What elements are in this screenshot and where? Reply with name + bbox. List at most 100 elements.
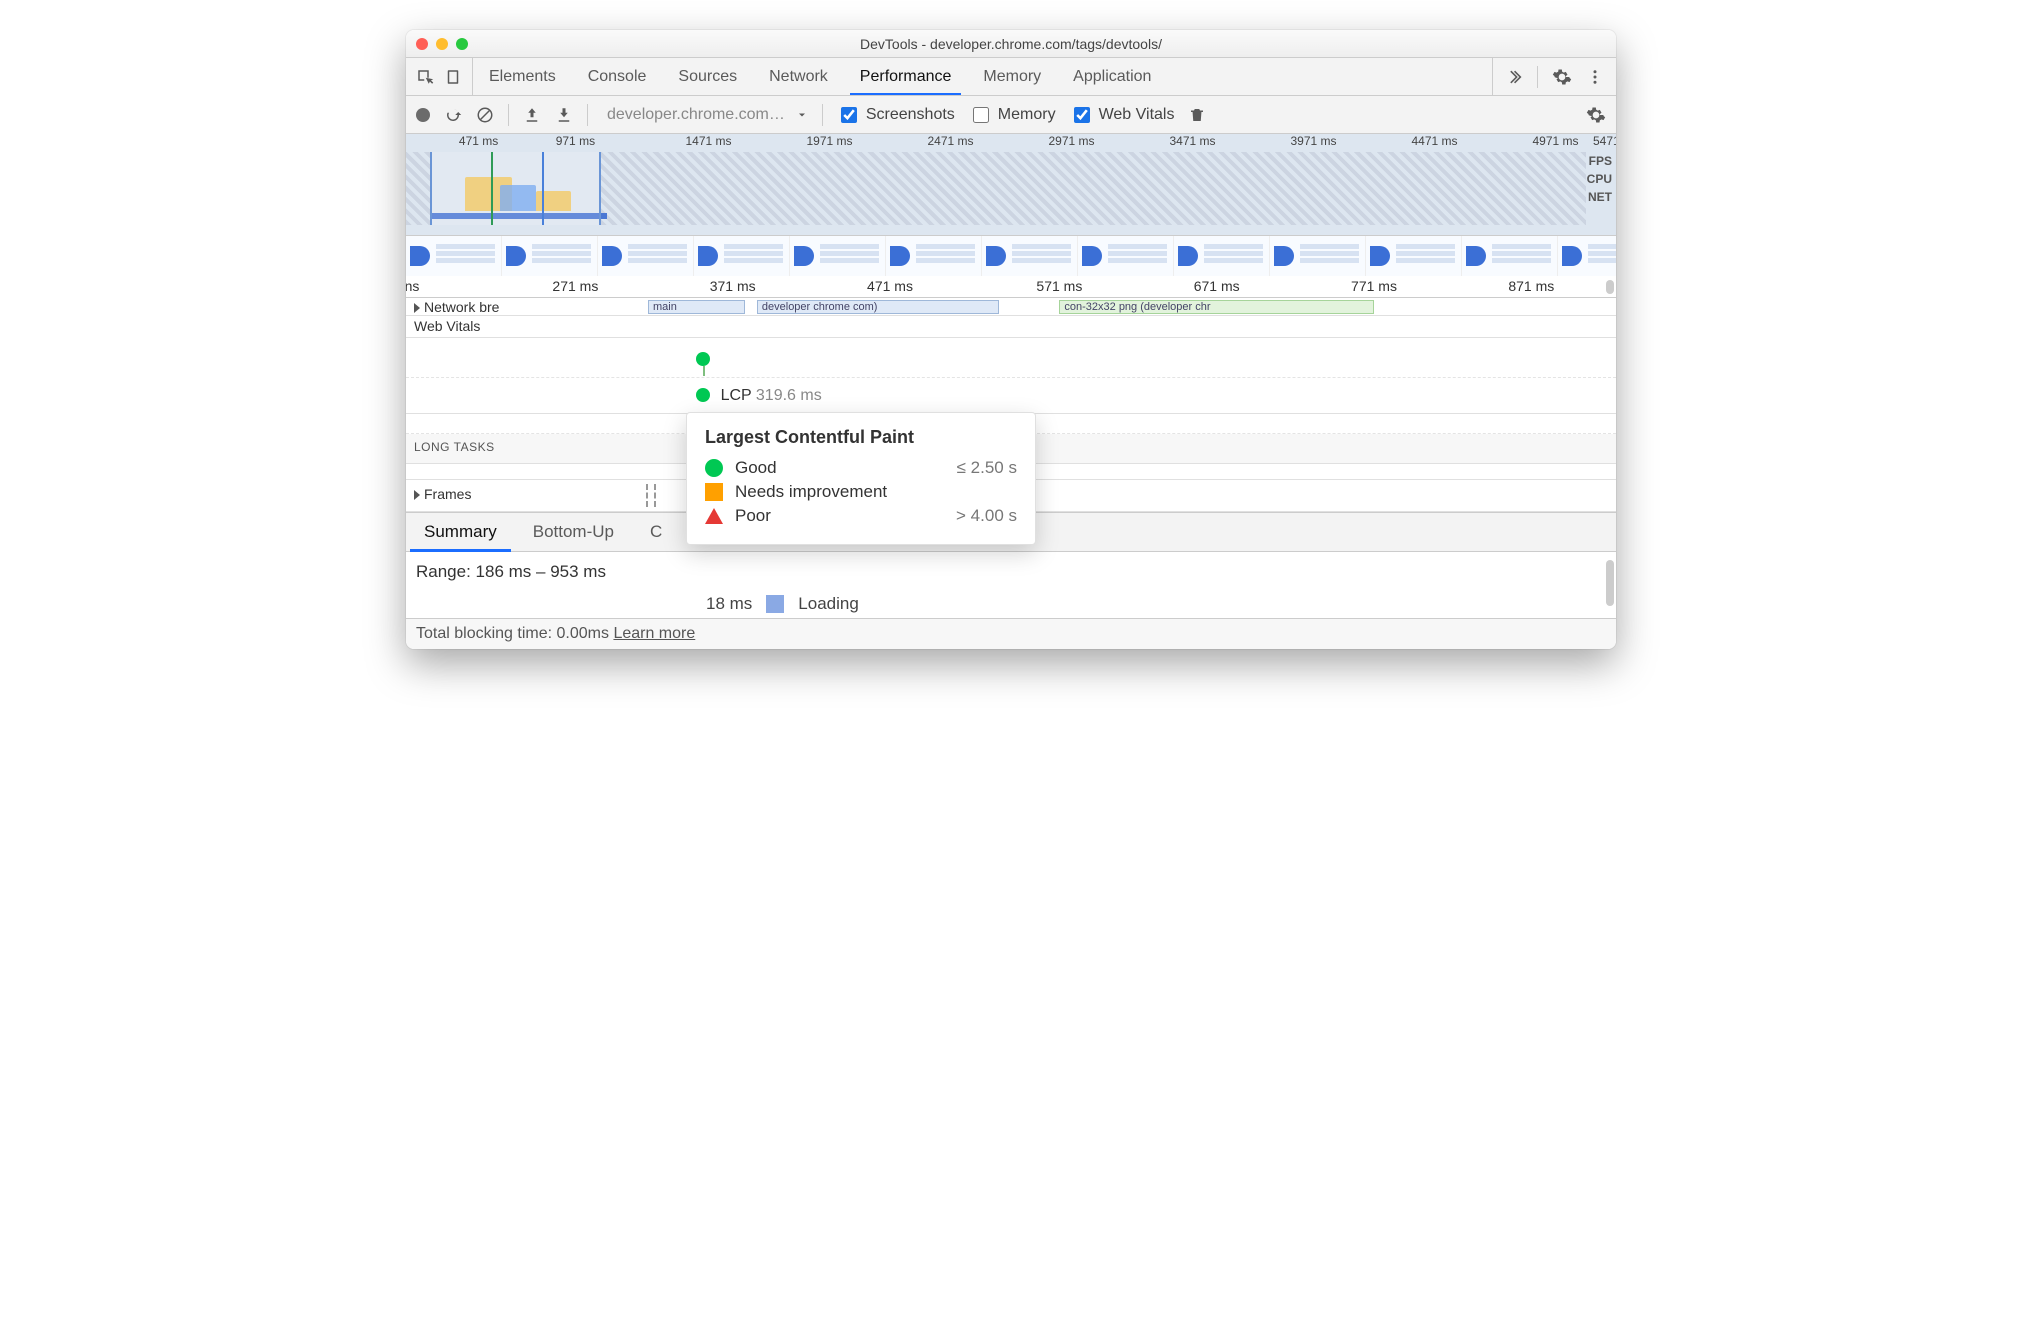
overview-tick: 3471 ms xyxy=(1169,134,1215,148)
tab-performance[interactable]: Performance xyxy=(844,58,968,95)
record-button[interactable] xyxy=(416,108,430,122)
range-label: Range: 186 ms – 953 ms xyxy=(416,562,1606,582)
filmstrip-thumb[interactable] xyxy=(1462,236,1558,276)
device-toolbar-icon[interactable] xyxy=(444,68,462,86)
frames-label: Frames xyxy=(424,486,471,502)
save-profile-icon[interactable] xyxy=(555,106,573,124)
settings-icon[interactable] xyxy=(1552,67,1572,87)
devtools-window: DevTools - developer.chrome.com/tags/dev… xyxy=(406,30,1616,649)
filmstrip[interactable] xyxy=(406,236,1616,276)
lcp-marker[interactable] xyxy=(696,388,710,402)
clear-icon[interactable] xyxy=(476,106,494,124)
fcp-marker[interactable] xyxy=(696,352,710,366)
mac-titlebar: DevTools - developer.chrome.com/tags/dev… xyxy=(406,30,1616,58)
details-tab-bottomup[interactable]: Bottom-Up xyxy=(515,513,632,551)
load-profile-icon[interactable] xyxy=(523,106,541,124)
more-tabs-icon[interactable] xyxy=(1505,68,1523,86)
overview-tick: 4971 ms xyxy=(1532,134,1578,148)
ruler-tick: 371 ms xyxy=(710,278,756,294)
network-track[interactable]: Network bre maindeveloper chrome com)con… xyxy=(406,298,1616,316)
panel-tabs: ElementsConsoleSourcesNetworkPerformance… xyxy=(406,58,1616,96)
web-vitals-label: Web Vitals xyxy=(1099,106,1175,124)
screenshots-label: Screenshots xyxy=(866,106,955,124)
poor-marker-icon xyxy=(705,508,723,524)
window-close-button[interactable] xyxy=(416,38,428,50)
inspect-element-icon[interactable] xyxy=(416,68,434,86)
profile-select[interactable]: developer.chrome.com… xyxy=(602,104,808,126)
details-tab-c[interactable]: C xyxy=(632,513,680,551)
window-minimize-button[interactable] xyxy=(436,38,448,50)
ruler-tick: 871 ms xyxy=(1508,278,1554,294)
tooltip-row-value: > 4.00 s xyxy=(956,506,1017,526)
window-title: DevTools - developer.chrome.com/tags/dev… xyxy=(406,36,1616,52)
web-vitals-lane-lcp[interactable]: LCP 319.6 ms xyxy=(406,378,1616,414)
tab-memory[interactable]: Memory xyxy=(967,58,1057,95)
vertical-scrollbar-thumb[interactable] xyxy=(1606,560,1614,606)
tooltip-row: Needs improvement xyxy=(705,482,1017,502)
overview-tick: 2471 ms xyxy=(927,134,973,148)
tbt-label: Total blocking time: 0.00ms xyxy=(416,625,609,642)
overview-tick: 471 ms xyxy=(459,134,498,148)
filmstrip-thumb[interactable] xyxy=(1270,236,1366,276)
status-bar: Total blocking time: 0.00ms Learn more xyxy=(406,618,1616,649)
tooltip-row: Poor> 4.00 s xyxy=(705,506,1017,526)
details-pane: Range: 186 ms – 953 ms 18 ms Loading xyxy=(406,552,1616,618)
window-zoom-button[interactable] xyxy=(456,38,468,50)
expand-icon[interactable] xyxy=(414,490,420,500)
details-tab-summary[interactable]: Summary xyxy=(406,513,515,551)
tab-elements[interactable]: Elements xyxy=(473,58,572,95)
good-marker-icon xyxy=(705,459,723,477)
tab-sources[interactable]: Sources xyxy=(662,58,753,95)
filmstrip-thumb[interactable] xyxy=(598,236,694,276)
kebab-menu-icon[interactable] xyxy=(1586,68,1604,86)
ruler-tick: 571 ms xyxy=(1036,278,1082,294)
horizontal-scrollbar-thumb[interactable] xyxy=(1606,280,1614,294)
network-request-bar[interactable]: con-32x32 png (developer chr xyxy=(1059,300,1374,314)
screenshots-checkbox[interactable]: Screenshots xyxy=(837,104,955,126)
filmstrip-thumb[interactable] xyxy=(982,236,1078,276)
performance-toolbar: developer.chrome.com… Screenshots Memory… xyxy=(406,96,1616,134)
web-vitals-track-header[interactable]: Web Vitals xyxy=(406,316,1616,338)
lcp-tooltip: Largest Contentful Paint Good≤ 2.50 sNee… xyxy=(686,412,1036,545)
filmstrip-thumb[interactable] xyxy=(502,236,598,276)
filmstrip-thumb[interactable] xyxy=(1558,236,1616,276)
chevron-down-icon xyxy=(796,109,808,121)
filmstrip-thumb[interactable] xyxy=(790,236,886,276)
long-tasks-label: LONG TASKS xyxy=(414,440,495,454)
tab-application[interactable]: Application xyxy=(1057,58,1167,95)
memory-label: Memory xyxy=(998,106,1056,124)
network-request-bar[interactable]: main xyxy=(648,300,745,314)
overview-timeline[interactable]: 471 ms971 ms1471 ms1971 ms2971 ms3471 ms… xyxy=(406,134,1616,236)
reload-record-icon[interactable] xyxy=(444,106,462,124)
overview-tick: 4471 ms xyxy=(1411,134,1457,148)
profile-select-label: developer.chrome.com… xyxy=(602,104,790,126)
summary-legend-row: 18 ms Loading xyxy=(706,594,859,614)
overview-track-labels: FPS CPU NET xyxy=(1587,152,1612,206)
filmstrip-thumb[interactable] xyxy=(886,236,982,276)
flamechart-ruler[interactable]: ns271 ms371 ms471 ms571 ms671 ms771 ms87… xyxy=(406,276,1616,298)
network-request-bar[interactable]: developer chrome com) xyxy=(757,300,999,314)
filmstrip-thumb[interactable] xyxy=(1174,236,1270,276)
tab-network[interactable]: Network xyxy=(753,58,844,95)
trash-icon[interactable] xyxy=(1188,106,1206,124)
memory-checkbox[interactable]: Memory xyxy=(969,104,1056,126)
ruler-tick: 271 ms xyxy=(552,278,598,294)
expand-icon[interactable] xyxy=(414,303,420,313)
filmstrip-thumb[interactable] xyxy=(694,236,790,276)
ruler-tick: 771 ms xyxy=(1351,278,1397,294)
filmstrip-thumb[interactable] xyxy=(1078,236,1174,276)
overview-selection[interactable] xyxy=(430,152,601,225)
tooltip-row: Good≤ 2.50 s xyxy=(705,458,1017,478)
filmstrip-thumb[interactable] xyxy=(406,236,502,276)
tab-console[interactable]: Console xyxy=(572,58,663,95)
lcp-label: LCP 319.6 ms xyxy=(721,387,822,405)
overview-tick: 2971 ms xyxy=(1048,134,1094,148)
legend-swatch-loading xyxy=(766,595,784,613)
capture-settings-icon[interactable] xyxy=(1586,105,1606,125)
learn-more-link[interactable]: Learn more xyxy=(613,625,695,642)
web-vitals-checkbox[interactable]: Web Vitals xyxy=(1070,104,1175,126)
tooltip-row-label: Good xyxy=(735,458,957,478)
web-vitals-lane-fcp[interactable] xyxy=(406,338,1616,378)
filmstrip-thumb[interactable] xyxy=(1366,236,1462,276)
tooltip-row-value: ≤ 2.50 s xyxy=(957,458,1017,478)
